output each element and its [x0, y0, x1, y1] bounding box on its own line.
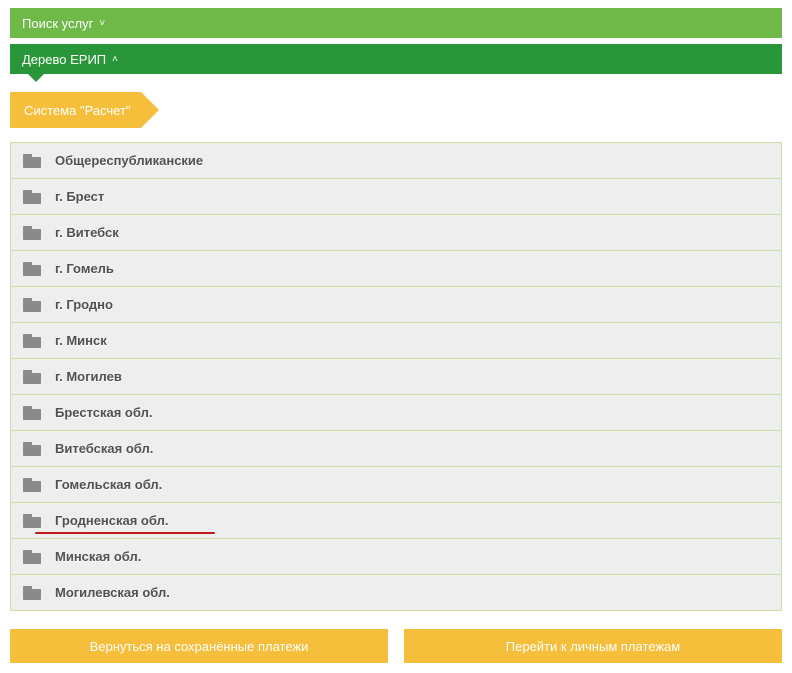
category-list: Общереспубликанские г. Брест г. Витебск г. … — [10, 142, 782, 611]
category-row[interactable]: Гродненская обл. — [10, 502, 782, 538]
folder-icon — [23, 478, 41, 492]
folder-icon — [23, 442, 41, 456]
breadcrumb: Система "Расчет" — [10, 80, 782, 142]
category-row[interactable]: г. Минск — [10, 322, 782, 358]
folder-icon — [23, 586, 41, 600]
erip-tree-label: Дерево ЕРИП — [22, 52, 106, 67]
folder-icon — [23, 154, 41, 168]
search-services-label: Поиск услуг — [22, 16, 93, 31]
category-label: Общереспубликанские — [55, 153, 203, 168]
category-label: г. Минск — [55, 333, 107, 348]
category-label: г. Витебск — [55, 225, 119, 240]
breadcrumb-item-current[interactable]: Система "Расчет" — [10, 92, 141, 128]
search-services-bar[interactable]: Поиск услуг ˅ — [10, 8, 782, 38]
back-to-saved-button[interactable]: Вернуться на сохранённые платежи — [10, 629, 388, 663]
personal-payments-button[interactable]: Перейти к личным платежам — [404, 629, 782, 663]
category-label: г. Могилев — [55, 369, 122, 384]
category-row[interactable]: г. Гомель — [10, 250, 782, 286]
category-label: г. Гомель — [55, 261, 114, 276]
category-row[interactable]: Гомельская обл. — [10, 466, 782, 502]
category-row[interactable]: Могилевская обл. — [10, 574, 782, 610]
category-label: Гродненская обл. — [55, 513, 168, 528]
category-row[interactable]: г. Витебск — [10, 214, 782, 250]
category-label: Гомельская обл. — [55, 477, 162, 492]
breadcrumb-label: Система "Расчет" — [24, 103, 131, 118]
chevron-down-icon: ˅ — [99, 18, 105, 29]
folder-icon — [23, 514, 41, 528]
personal-payments-label: Перейти к личным платежам — [506, 639, 680, 654]
folder-icon — [23, 226, 41, 240]
category-label: г. Гродно — [55, 297, 113, 312]
folder-icon — [23, 262, 41, 276]
category-label: Витебская обл. — [55, 441, 153, 456]
category-row[interactable]: г. Могилев — [10, 358, 782, 394]
category-label: г. Брест — [55, 189, 104, 204]
category-row[interactable]: Брестская обл. — [10, 394, 782, 430]
folder-icon — [23, 406, 41, 420]
back-to-saved-label: Вернуться на сохранённые платежи — [90, 639, 309, 654]
category-row[interactable]: Витебская обл. — [10, 430, 782, 466]
folder-icon — [23, 298, 41, 312]
category-row[interactable]: г. Брест — [10, 178, 782, 214]
erip-tree-bar[interactable]: Дерево ЕРИП ˄ — [10, 44, 782, 74]
category-label: Брестская обл. — [55, 405, 152, 420]
chevron-up-icon: ˄ — [112, 54, 118, 65]
folder-icon — [23, 370, 41, 384]
category-label: Минская обл. — [55, 549, 141, 564]
category-row[interactable]: Общереспубликанские — [10, 142, 782, 178]
folder-icon — [23, 190, 41, 204]
category-label: Могилевская обл. — [55, 585, 170, 600]
folder-icon — [23, 550, 41, 564]
folder-icon — [23, 334, 41, 348]
category-row[interactable]: г. Гродно — [10, 286, 782, 322]
category-row[interactable]: Минская обл. — [10, 538, 782, 574]
